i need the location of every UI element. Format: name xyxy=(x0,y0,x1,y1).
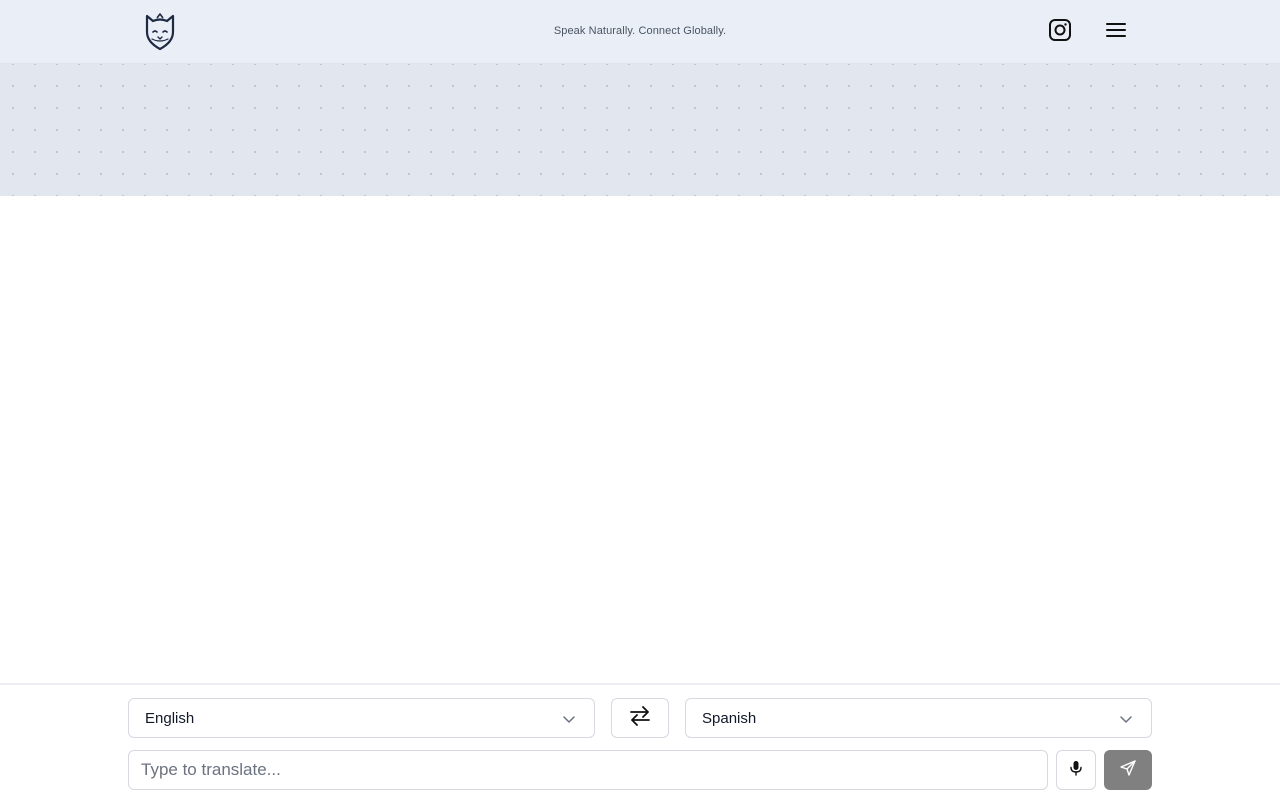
translation-output-area xyxy=(0,196,1280,683)
menu-button[interactable] xyxy=(1100,16,1132,48)
swap-languages-button[interactable] xyxy=(611,698,669,738)
dotted-hero-banner xyxy=(0,64,1280,196)
hamburger-menu-icon xyxy=(1105,21,1127,44)
chevron-down-icon xyxy=(1119,712,1133,726)
tagline: Speak Naturally. Connect Globally. xyxy=(553,25,727,37)
send-icon xyxy=(1119,759,1137,782)
send-button[interactable] xyxy=(1104,750,1152,790)
instagram-icon xyxy=(1048,18,1072,47)
source-language-value: English xyxy=(145,709,195,727)
chevron-down-icon xyxy=(562,712,576,726)
instagram-button[interactable] xyxy=(1044,16,1076,48)
target-language-value: Spanish xyxy=(702,709,757,727)
top-header: Speak Naturally. Connect Globally. xyxy=(0,0,1280,64)
translate-input[interactable] xyxy=(128,750,1048,790)
microphone-button[interactable] xyxy=(1056,750,1096,790)
swap-arrows-icon xyxy=(629,705,651,731)
target-language-select[interactable]: Spanish xyxy=(685,698,1152,738)
source-language-select[interactable]: English xyxy=(128,698,595,738)
translator-bar: English Spanish xyxy=(0,683,1280,800)
microphone-icon xyxy=(1069,760,1083,781)
